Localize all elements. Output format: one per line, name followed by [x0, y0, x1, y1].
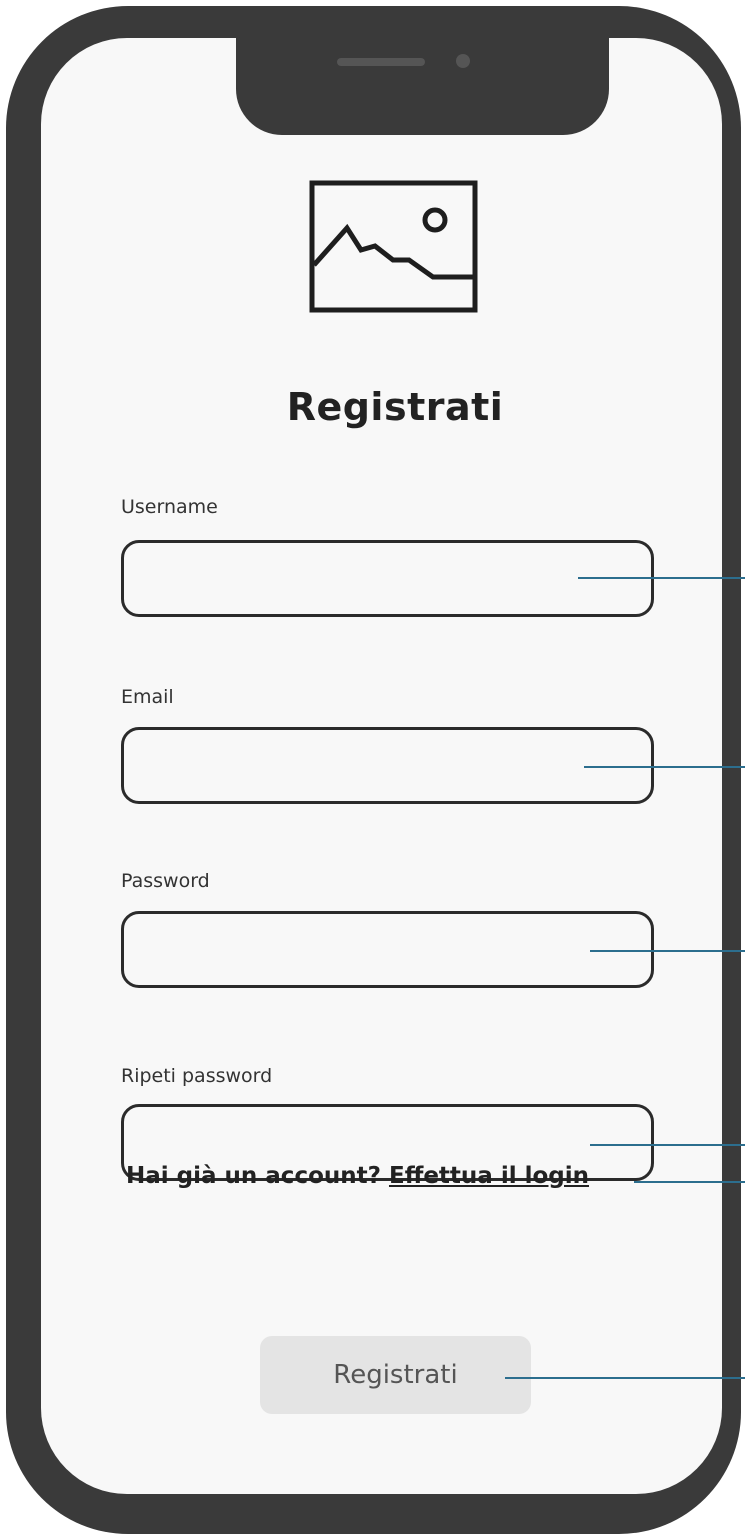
annotation-line-email	[584, 766, 745, 768]
annotation-line-register-button	[505, 1377, 745, 1379]
register-button[interactable]: Registrati	[260, 1336, 531, 1414]
email-label: Email	[121, 686, 174, 708]
page-title: Registrati	[286, 385, 504, 429]
password-label: Password	[121, 870, 210, 892]
account-prompt-text: Hai già un account?	[126, 1163, 381, 1189]
speaker-grille	[337, 58, 425, 66]
image-placeholder-icon	[309, 180, 478, 313]
annotation-line-repeat-password	[590, 1144, 745, 1146]
annotation-line-login-link	[634, 1181, 745, 1183]
login-link[interactable]: Effettua il login	[389, 1163, 589, 1189]
repeat-password-label: Ripeti password	[121, 1065, 273, 1087]
annotation-line-password	[590, 950, 745, 952]
front-camera	[456, 54, 470, 68]
annotation-line-username	[578, 577, 745, 579]
account-prompt: Hai già un account? Effettua il login	[126, 1163, 589, 1189]
password-input[interactable]	[121, 911, 654, 988]
email-input[interactable]	[121, 727, 654, 804]
page: Registrati Username Email Password Ripet…	[0, 0, 745, 1534]
phone-notch	[236, 38, 609, 135]
username-label: Username	[121, 496, 218, 518]
username-input[interactable]	[121, 540, 654, 617]
